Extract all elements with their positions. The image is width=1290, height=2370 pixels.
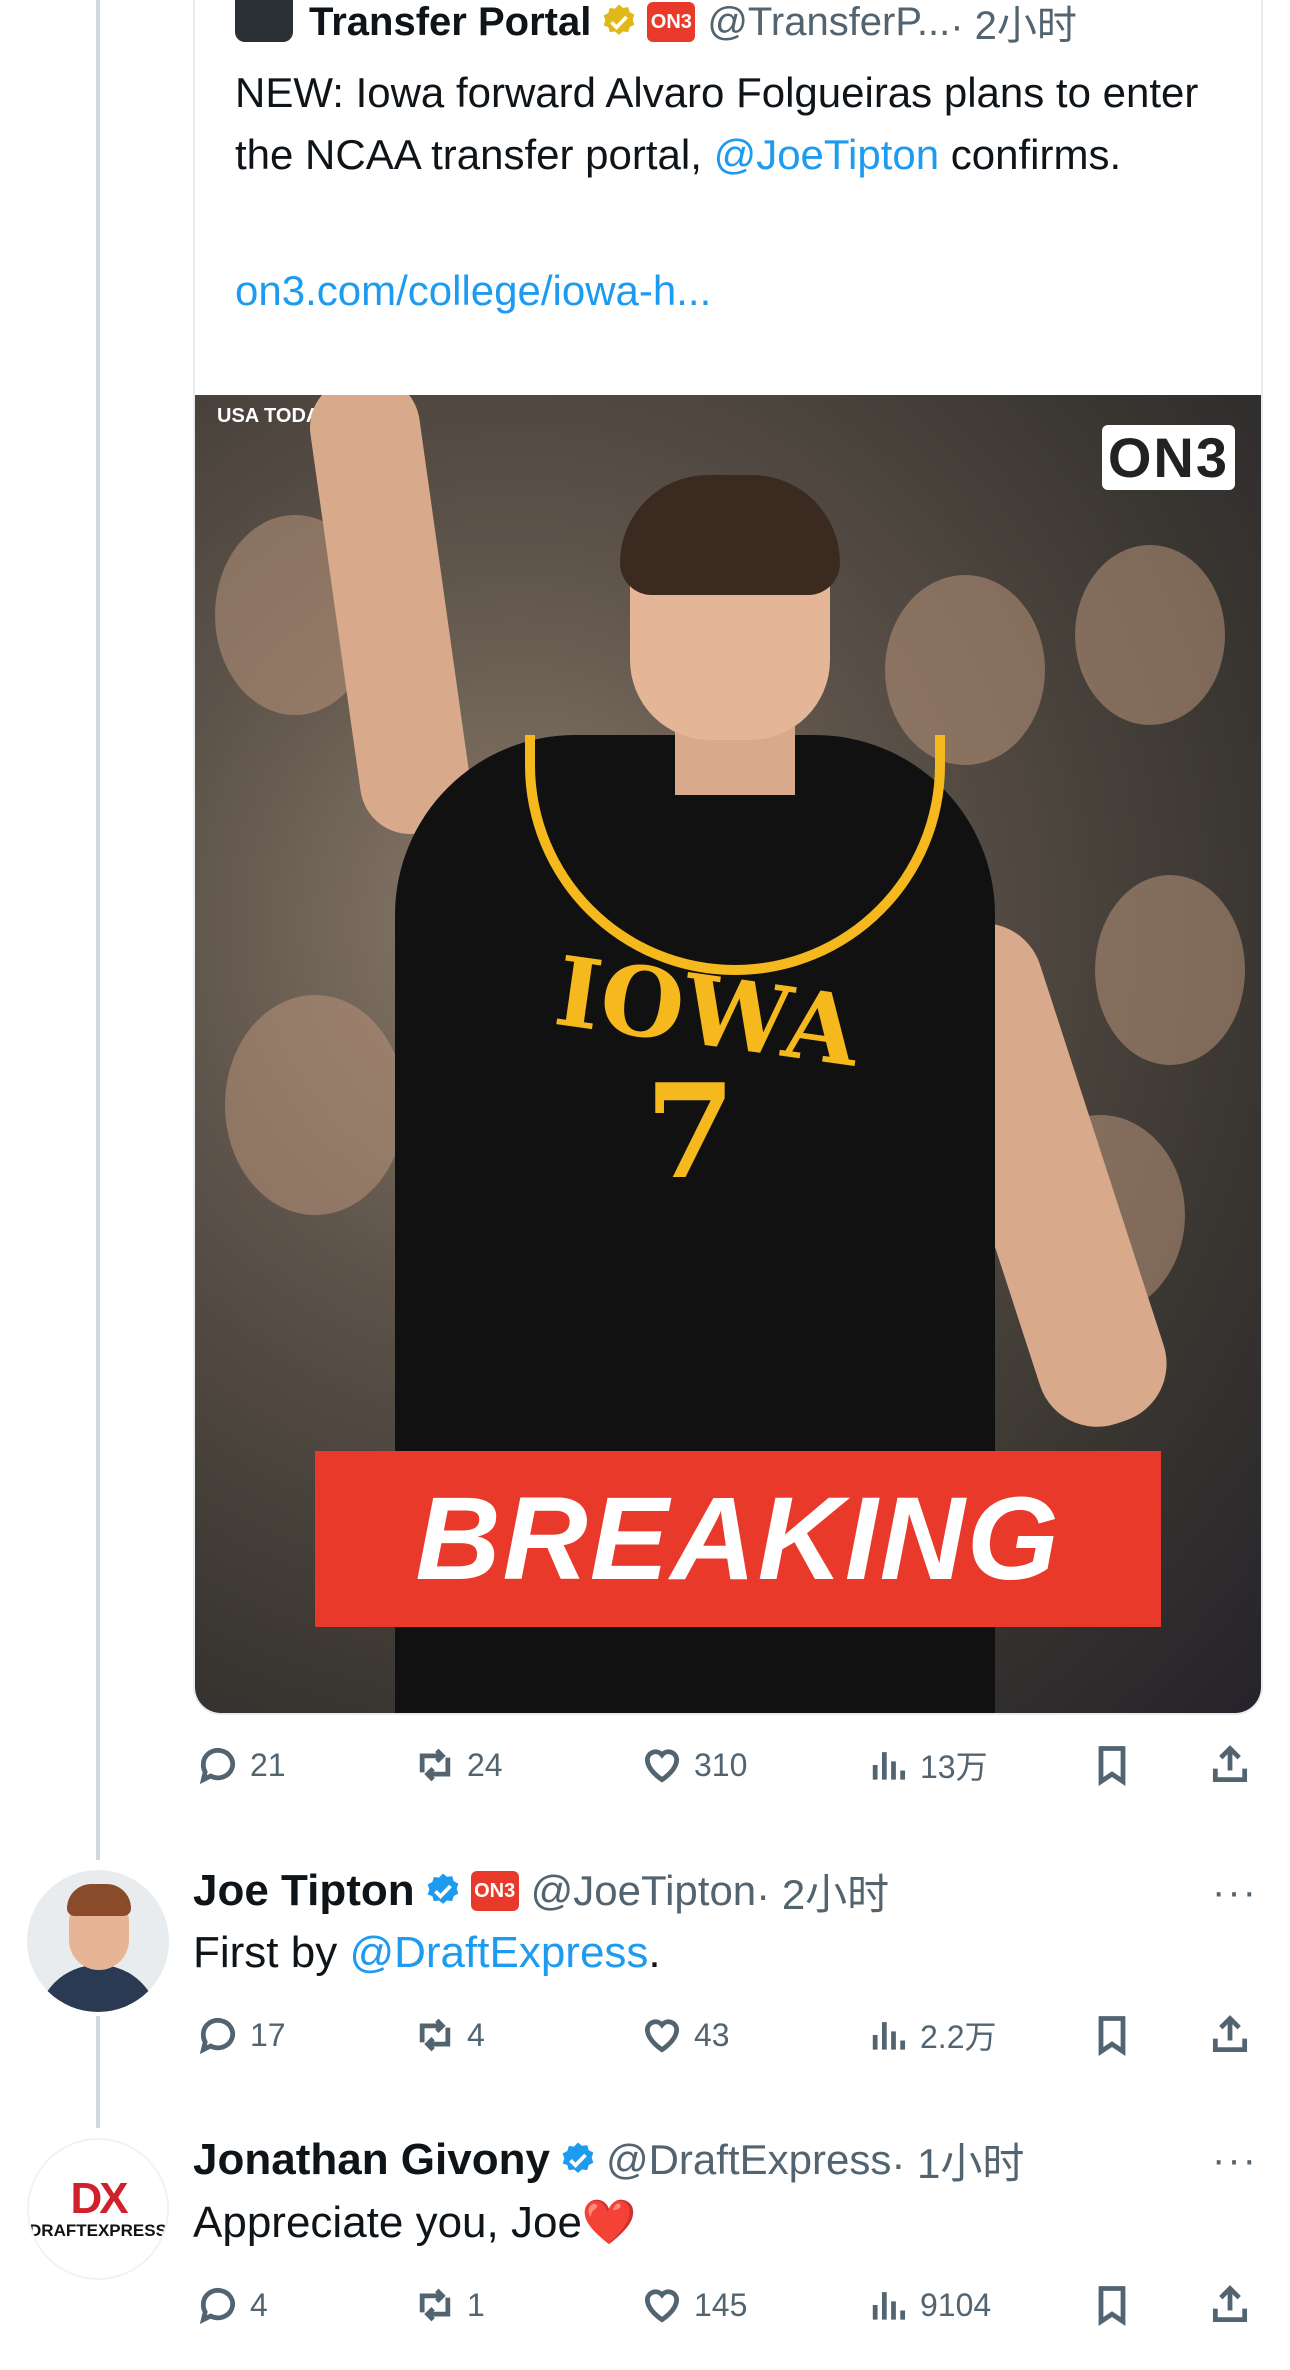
views-icon (872, 2292, 906, 2320)
more-options-icon[interactable]: ··· (1212, 2138, 1258, 2183)
more-options-icon[interactable]: ··· (1212, 1870, 1258, 1915)
tweet-text: NEW: Iowa forward Alvaro Folgueiras plan… (235, 62, 1235, 186)
crowd-face (1095, 875, 1245, 1065)
like-count: 310 (694, 1746, 748, 1783)
avatar-shirt (37, 1965, 159, 2012)
reply-time: · 2小时 (756, 1870, 890, 1918)
quoted-tweet-card[interactable]: Transfer Portal ON3 @TransferP... · 2小时 … (193, 0, 1263, 1715)
on3-affiliate-badge[interactable]: ON3 (470, 1871, 519, 1911)
retweet-count: 24 (467, 1746, 503, 1783)
views-button[interactable]: 9104 (866, 2275, 991, 2335)
reply-time: · 1小时 (891, 2139, 1025, 2187)
like-button[interactable]: 310 (640, 1735, 747, 1795)
retweet-button[interactable]: 4 (413, 2005, 485, 2065)
crowd-face (225, 995, 405, 1215)
crowd-face (1075, 545, 1225, 725)
reply-author-name[interactable]: Joe Tipton (193, 1866, 415, 1916)
thread-line (96, 2016, 100, 2128)
reply-icon (199, 2288, 236, 2325)
reply-header: Joe Tipton ON3 @JoeTipton · 2小时 (193, 1863, 889, 1919)
like-button[interactable]: 145 (640, 2275, 747, 2335)
views-icon (872, 2022, 906, 2050)
bookmark-button[interactable] (1090, 2005, 1144, 2065)
retweet-button[interactable]: 24 (413, 1735, 503, 1795)
share-button[interactable] (1208, 2275, 1262, 2335)
views-count: 2.2万 (920, 2019, 997, 2055)
like-count: 145 (694, 2286, 748, 2323)
share-icon (1212, 2015, 1248, 2053)
thread-line (96, 0, 100, 1860)
bookmark-icon (1098, 1746, 1126, 1786)
reply-text: First by @DraftExpress. (193, 1928, 661, 1978)
like-button[interactable]: 43 (640, 2005, 730, 2065)
retweet-count: 4 (467, 2016, 485, 2053)
player-hair (620, 475, 840, 595)
author-name[interactable]: Transfer Portal (309, 0, 591, 45)
avatar[interactable]: DX DRAFTEXPRESS (27, 2138, 169, 2280)
bookmark-icon (1098, 2286, 1126, 2326)
tweet-media-image[interactable]: USA TODAY ON3 IOWA 7 BREAKING (195, 395, 1261, 1713)
verified-gold-icon (603, 4, 635, 35)
views-count: 9104 (920, 2286, 992, 2323)
reply-text-part: First by (193, 1928, 350, 1977)
views-count: 13万 (920, 1749, 988, 1785)
transfer-portal-avatar[interactable] (235, 0, 293, 42)
quoted-tweet-header: Transfer Portal ON3 @TransferP... · 2小时 (235, 0, 1077, 48)
heart-icon (644, 2019, 680, 2053)
mention-link[interactable]: @DraftExpress (349, 1928, 648, 1977)
tweet-time: · 2小时 (950, 4, 1077, 48)
reply-button[interactable]: 17 (196, 2005, 286, 2065)
bookmark-button[interactable] (1090, 1735, 1144, 1795)
reply-button[interactable]: 4 (196, 2275, 268, 2335)
reply-text-part: . (648, 1928, 661, 1977)
draftexpress-wordmark: DRAFTEXPRESS (29, 2221, 167, 2240)
reply-count: 21 (250, 1746, 286, 1783)
bookmark-button[interactable] (1090, 2275, 1144, 2335)
tweet-text-part: confirms. (939, 131, 1122, 178)
reply-header: Jonathan Givony @DraftExpress · 1小时 (193, 2132, 1024, 2188)
retweet-icon (419, 1748, 451, 1782)
heart-icon (644, 2289, 680, 2323)
author-handle: @TransferP... (707, 0, 951, 44)
on3-affiliate-badge[interactable]: ON3 (647, 2, 696, 42)
jersey-number: 7 (645, 1055, 736, 1208)
reply-icon (199, 2018, 236, 2055)
reply-author-name[interactable]: Jonathan Givony (193, 2135, 550, 2185)
mention-link[interactable]: @JoeTipton (714, 131, 940, 178)
draftexpress-logo: DX (70, 2174, 128, 2223)
reply-icon (199, 1748, 236, 1785)
reply-text-part: Appreciate you, Joe (193, 2198, 582, 2247)
retweet-icon (419, 2288, 451, 2322)
reply-text: Appreciate you, Joe❤️ (193, 2196, 637, 2248)
breaking-banner: BREAKING (315, 1451, 1161, 1627)
like-count: 43 (694, 2016, 730, 2053)
avatar[interactable] (27, 1870, 169, 2012)
views-button[interactable]: 13万 (866, 1735, 988, 1795)
on3-logo-text: ON3 (1101, 425, 1235, 490)
views-icon (872, 1752, 906, 1780)
article-link[interactable]: on3.com/college/iowa-h... (235, 267, 711, 315)
avatar-hair (67, 1884, 131, 1916)
bookmark-icon (1098, 2016, 1126, 2056)
retweet-icon (419, 2018, 451, 2052)
breaking-text: BREAKING (415, 1473, 1061, 1605)
share-icon (1212, 1745, 1248, 1783)
retweet-count: 1 (467, 2286, 485, 2323)
reply-handle: @DraftExpress (605, 2136, 892, 2183)
verified-blue-icon (427, 1873, 458, 1904)
heart-emoji: ❤️ (581, 2198, 637, 2247)
share-button[interactable] (1208, 1735, 1262, 1795)
heart-icon (644, 1749, 680, 1783)
share-button[interactable] (1208, 2005, 1262, 2065)
retweet-button[interactable]: 1 (413, 2275, 485, 2335)
share-icon (1212, 2285, 1248, 2323)
on3-logo: ON3 (1100, 425, 1235, 490)
reply-count: 4 (250, 2286, 268, 2323)
reply-button[interactable]: 21 (196, 1735, 286, 1795)
reply-count: 17 (250, 2016, 286, 2053)
verified-blue-icon (562, 2142, 594, 2173)
views-button[interactable]: 2.2万 (866, 2005, 997, 2065)
reply-handle: @JoeTipton (530, 1867, 757, 1914)
